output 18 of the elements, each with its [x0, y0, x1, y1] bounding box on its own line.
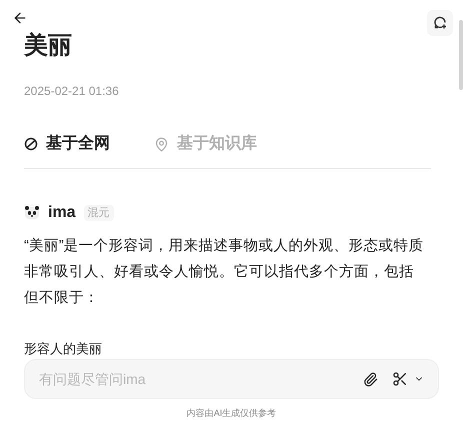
- source-tab[interactable]: 基于全网: [24, 132, 110, 156]
- question-input[interactable]: 有问题尽管问ima: [39, 368, 363, 390]
- timestamp: 2025-02-21 01:36: [24, 83, 120, 100]
- add-chat-icon: [433, 16, 447, 30]
- chat-input-bar[interactable]: 有问题尽管问ima: [24, 359, 439, 399]
- answer-subheading: 形容人的美丽: [24, 341, 103, 357]
- attach-icon[interactable]: [363, 372, 378, 386]
- scissors-icon[interactable]: [392, 371, 408, 387]
- page-title: 美丽: [24, 34, 73, 58]
- model-tag: 混元: [84, 204, 114, 222]
- panda-icon: [24, 205, 40, 221]
- location-pin-icon: [154, 136, 169, 152]
- scrollbar-thumb[interactable]: [459, 20, 463, 90]
- back-button[interactable]: [12, 10, 28, 26]
- author-name: ima: [48, 203, 76, 223]
- answer-paragraph: “美丽”是一个形容词，用来描述事物或人的外观、形态或特质非常吸引人、好看或令人愉悦。它可以指代多个方面，包括但不限于：: [24, 236, 425, 308]
- disclaimer: 内容由AI生成仅供参考: [186, 407, 278, 420]
- new-chat-button[interactable]: [427, 10, 453, 36]
